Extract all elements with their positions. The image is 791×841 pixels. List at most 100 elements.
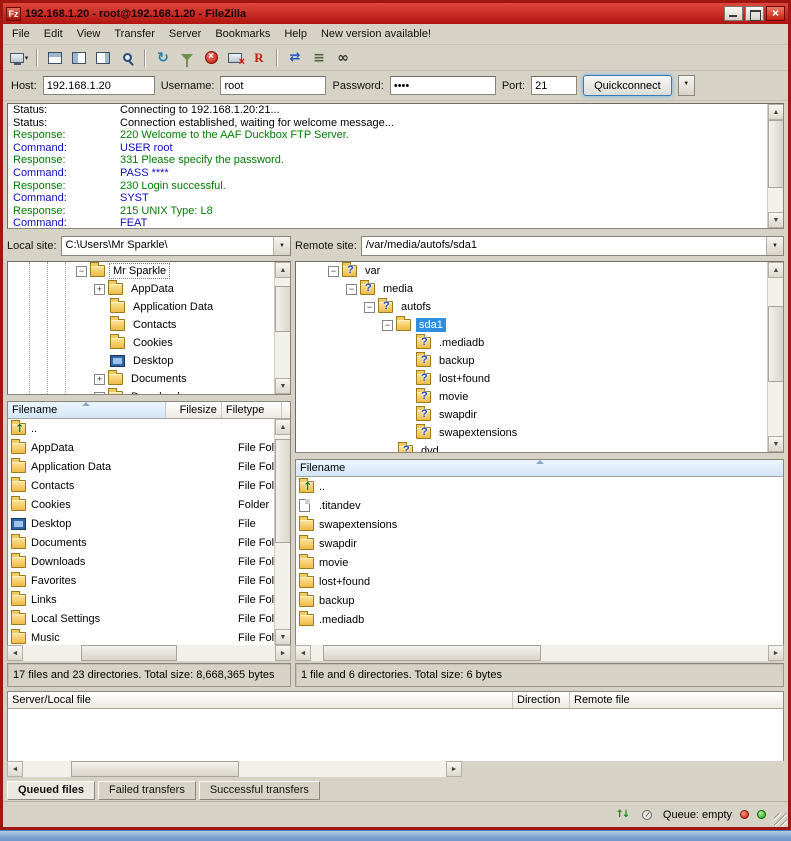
quickconnect-dropdown-button[interactable] bbox=[678, 75, 695, 96]
queue-hscrollbar[interactable]: ◄ ► bbox=[7, 761, 462, 777]
scrollbar-thumb[interactable] bbox=[81, 645, 177, 661]
dropdown-arrow-icon[interactable] bbox=[766, 237, 783, 255]
scrollbar-thumb[interactable] bbox=[71, 761, 239, 777]
maximize-button[interactable] bbox=[745, 6, 764, 21]
menu-edit[interactable]: Edit bbox=[37, 25, 70, 43]
column-header-filesize[interactable]: Filesize bbox=[166, 402, 222, 418]
collapse-icon[interactable]: − bbox=[346, 284, 357, 295]
scroll-left-button[interactable]: ◄ bbox=[7, 645, 23, 661]
file-row[interactable]: LinksFile Folder bbox=[8, 590, 290, 609]
scroll-up-button[interactable]: ▲ bbox=[275, 419, 291, 435]
toggle-queue-button[interactable] bbox=[115, 47, 139, 69]
minimize-button[interactable] bbox=[724, 6, 743, 21]
speed-limit-icon[interactable]: ↑↓ bbox=[615, 808, 631, 822]
remote-tree-item[interactable]: −autofs bbox=[296, 298, 783, 316]
scrollbar-thumb[interactable] bbox=[768, 306, 784, 382]
menu-help[interactable]: Help bbox=[277, 25, 314, 43]
scrollbar-thumb[interactable] bbox=[275, 286, 291, 332]
scrollbar-thumb[interactable] bbox=[275, 439, 291, 543]
scroll-up-button[interactable]: ▲ bbox=[768, 104, 784, 120]
local-list-hscrollbar[interactable]: ◄ ► bbox=[7, 645, 291, 661]
file-row[interactable]: swapdir bbox=[296, 534, 783, 553]
remote-tree-item[interactable]: swapdir bbox=[296, 406, 783, 424]
collapse-icon[interactable]: − bbox=[328, 266, 339, 277]
password-input[interactable] bbox=[390, 76, 496, 95]
resize-grip[interactable] bbox=[774, 813, 787, 826]
local-tree-item[interactable]: +Documents bbox=[8, 370, 290, 388]
remote-tree-item[interactable]: backup bbox=[296, 352, 783, 370]
local-tree-item[interactable]: Contacts bbox=[8, 316, 290, 334]
file-row[interactable]: .titandev bbox=[296, 496, 783, 515]
reconnect-button[interactable] bbox=[247, 47, 271, 69]
menu-bookmarks[interactable]: Bookmarks bbox=[208, 25, 277, 43]
disconnect-button[interactable] bbox=[223, 47, 247, 69]
local-list-scrollbar[interactable]: ▲ ▼ bbox=[274, 419, 290, 645]
scroll-up-button[interactable]: ▲ bbox=[275, 262, 291, 278]
scroll-down-button[interactable]: ▼ bbox=[768, 436, 784, 452]
file-row[interactable]: AppDataFile Folder bbox=[8, 438, 290, 457]
cancel-button[interactable] bbox=[199, 47, 223, 69]
scroll-up-button[interactable]: ▲ bbox=[768, 262, 784, 278]
local-tree-item[interactable]: +Downloads bbox=[8, 388, 290, 395]
file-row[interactable]: Application DataFile Folder bbox=[8, 457, 290, 476]
local-tree-item[interactable]: Desktop bbox=[8, 352, 290, 370]
toggle-local-tree-button[interactable] bbox=[67, 47, 91, 69]
file-row[interactable]: DocumentsFile Folder bbox=[8, 533, 290, 552]
sync-browsing-button[interactable] bbox=[307, 47, 331, 69]
remote-tree-item[interactable]: lost+found bbox=[296, 370, 783, 388]
scroll-down-button[interactable]: ▼ bbox=[768, 212, 784, 228]
menu-transfer[interactable]: Transfer bbox=[107, 25, 162, 43]
remote-tree-scrollbar[interactable]: ▲ ▼ bbox=[767, 262, 783, 452]
menu-file[interactable]: File bbox=[5, 25, 37, 43]
quickconnect-button[interactable]: Quickconnect bbox=[583, 75, 672, 96]
column-header-filename[interactable]: Filename bbox=[8, 402, 166, 418]
file-row[interactable]: DesktopFile bbox=[8, 514, 290, 533]
file-row[interactable]: ContactsFile Folder bbox=[8, 476, 290, 495]
find-button[interactable] bbox=[331, 47, 355, 69]
log-scrollbar[interactable]: ▲ ▼ bbox=[767, 104, 783, 228]
scroll-right-button[interactable]: ► bbox=[768, 645, 784, 661]
column-header-remote-file[interactable]: Remote file bbox=[570, 692, 783, 708]
expand-icon[interactable]: + bbox=[94, 284, 105, 295]
file-row[interactable]: movie bbox=[296, 553, 783, 572]
close-button[interactable] bbox=[766, 6, 785, 21]
scroll-right-button[interactable]: ► bbox=[275, 645, 291, 661]
file-row[interactable]: swapextensions bbox=[296, 515, 783, 534]
scroll-down-button[interactable]: ▼ bbox=[275, 629, 291, 645]
scrollbar-thumb[interactable] bbox=[323, 645, 541, 661]
collapse-icon[interactable]: − bbox=[364, 302, 375, 313]
host-input[interactable] bbox=[43, 76, 155, 95]
username-input[interactable] bbox=[220, 76, 326, 95]
port-input[interactable] bbox=[531, 76, 577, 95]
remote-tree-item[interactable]: dvd bbox=[296, 442, 783, 453]
compare-button[interactable] bbox=[283, 47, 307, 69]
toggle-remote-tree-button[interactable] bbox=[91, 47, 115, 69]
local-tree-item[interactable]: Application Data bbox=[8, 298, 290, 316]
activity-gauge-icon[interactable] bbox=[639, 808, 655, 822]
dropdown-arrow-icon[interactable] bbox=[273, 237, 290, 255]
expand-icon[interactable]: + bbox=[94, 374, 105, 385]
expand-icon[interactable]: + bbox=[94, 392, 105, 396]
column-header-filename[interactable]: Filename bbox=[296, 460, 783, 476]
remote-tree-item[interactable]: .mediadb bbox=[296, 334, 783, 352]
file-row[interactable]: backup bbox=[296, 591, 783, 610]
tab-successful-transfers[interactable]: Successful transfers bbox=[199, 781, 320, 800]
column-header-server-local-file[interactable]: Server/Local file bbox=[8, 692, 513, 708]
remote-list-hscrollbar[interactable]: ◄ ► bbox=[295, 645, 784, 661]
file-row[interactable]: .. bbox=[8, 419, 290, 438]
title-bar[interactable]: Fz 192.168.1.20 - root@192.168.1.20 - Fi… bbox=[3, 3, 788, 24]
scroll-right-button[interactable]: ► bbox=[446, 761, 462, 777]
new-version-link[interactable]: New version available! bbox=[314, 25, 438, 43]
site-manager-button[interactable]: ▾ bbox=[7, 47, 31, 69]
remote-tree-item[interactable]: −sda1 bbox=[296, 316, 783, 334]
file-row[interactable]: CookiesFolder bbox=[8, 495, 290, 514]
local-site-combo[interactable]: C:\Users\Mr Sparkle\ bbox=[61, 236, 291, 256]
collapse-icon[interactable]: − bbox=[76, 266, 87, 277]
remote-site-combo[interactable]: /var/media/autofs/sda1 bbox=[361, 236, 784, 256]
file-row[interactable]: FavoritesFile Folder bbox=[8, 571, 290, 590]
collapse-icon[interactable]: − bbox=[382, 320, 393, 331]
file-row[interactable]: Local SettingsFile Folder bbox=[8, 609, 290, 628]
remote-tree-item[interactable]: −var bbox=[296, 262, 783, 280]
scroll-left-button[interactable]: ◄ bbox=[295, 645, 311, 661]
local-tree-item[interactable]: −Mr Sparkle bbox=[8, 262, 290, 280]
